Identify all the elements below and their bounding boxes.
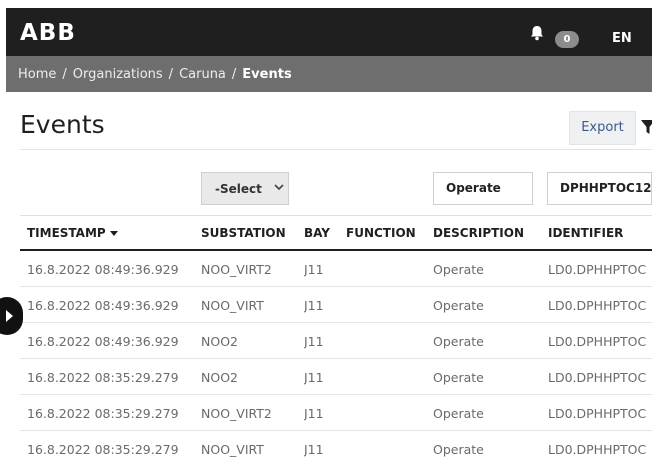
filter-icon[interactable]: [641, 119, 652, 135]
divider: [20, 149, 652, 150]
breadcrumb-caruna[interactable]: Caruna: [179, 67, 226, 82]
cell-identifier: LD0.DPHHPTOC: [548, 406, 647, 421]
table-row[interactable]: 16.8.2022 08:35:29.279 NOO_VIRT2 J11 Ope…: [20, 395, 652, 431]
substation-filter-select[interactable]: -Select: [201, 172, 289, 205]
description-filter-input[interactable]: Operate: [433, 172, 533, 205]
language-selector[interactable]: EN: [612, 31, 632, 46]
cell-description: Operate: [433, 370, 484, 385]
breadcrumb-separator: /: [231, 67, 237, 82]
export-button[interactable]: Export: [569, 111, 636, 145]
breadcrumb-separator: /: [168, 67, 174, 82]
cell-substation: NOO_VIRT2: [201, 406, 272, 421]
cell-bay: J11: [304, 298, 324, 313]
cell-timestamp: 16.8.2022 08:49:36.929: [27, 298, 179, 313]
cell-description: Operate: [433, 406, 484, 421]
cell-description: Operate: [433, 334, 484, 349]
cell-bay: J11: [304, 406, 324, 421]
column-header-timestamp[interactable]: TIMESTAMP: [27, 226, 197, 240]
cell-identifier: LD0.DPHHPTOC: [548, 298, 647, 313]
breadcrumb-bar: Home / Organizations / Caruna / Events: [6, 56, 652, 92]
cell-substation: NOO_VIRT2: [201, 262, 272, 277]
breadcrumb-home[interactable]: Home: [18, 67, 56, 82]
column-header-label: TIMESTAMP: [27, 226, 106, 240]
table-header: TIMESTAMP SUBSTATION BAY FUNCTION DESCRI…: [20, 215, 652, 251]
cell-identifier: LD0.DPHHPTOC: [548, 334, 647, 349]
column-header-function[interactable]: FUNCTION: [346, 226, 428, 240]
identifier-filter-input[interactable]: DPHHPTOC12: [547, 172, 652, 205]
abb-logo[interactable]: ABB: [20, 20, 76, 46]
cell-timestamp: 16.8.2022 08:49:36.929: [27, 334, 179, 349]
page-title: Events: [20, 110, 105, 139]
column-header-substation[interactable]: SUBSTATION: [201, 226, 299, 240]
breadcrumb-current: Events: [242, 67, 292, 82]
cell-identifier: LD0.DPHHPTOC: [548, 442, 647, 457]
cell-substation: NOO_VIRT: [201, 298, 264, 313]
breadcrumb-organizations[interactable]: Organizations: [73, 67, 163, 82]
cell-identifier: LD0.DPHHPTOC: [548, 262, 647, 277]
table-row[interactable]: 16.8.2022 08:49:36.929 NOO_VIRT J11 Oper…: [20, 287, 652, 323]
select-value: -Select: [215, 182, 262, 196]
cell-bay: J11: [304, 442, 324, 457]
breadcrumb-separator: /: [62, 67, 67, 82]
cell-timestamp: 16.8.2022 08:35:29.279: [27, 370, 179, 385]
cell-description: Operate: [433, 298, 484, 313]
column-header-bay[interactable]: BAY: [304, 226, 340, 240]
breadcrumb: Home / Organizations / Caruna / Events: [18, 67, 292, 82]
table-row[interactable]: 16.8.2022 08:35:29.279 NOO2 J11 Operate …: [20, 359, 652, 395]
cell-substation: NOO_VIRT: [201, 442, 264, 457]
top-bar: ABB 0 EN: [6, 8, 652, 56]
notification-count-badge[interactable]: 0: [555, 31, 579, 48]
column-header-identifier[interactable]: IDENTIFIER: [548, 226, 652, 240]
table-row[interactable]: 16.8.2022 08:35:29.279 NOO_VIRT J11 Oper…: [20, 431, 652, 459]
cell-bay: J11: [304, 334, 324, 349]
cell-description: Operate: [433, 262, 484, 277]
cell-timestamp: 16.8.2022 08:35:29.279: [27, 406, 179, 421]
cell-identifier: LD0.DPHHPTOC: [548, 370, 647, 385]
cell-timestamp: 16.8.2022 08:49:36.929: [27, 262, 179, 277]
cell-timestamp: 16.8.2022 08:35:29.279: [27, 442, 179, 457]
table-row[interactable]: 16.8.2022 08:49:36.929 NOO2 J11 Operate …: [20, 323, 652, 359]
play-arrow-icon: [6, 310, 13, 322]
cell-substation: NOO2: [201, 334, 238, 349]
sort-desc-icon[interactable]: [109, 231, 118, 236]
table-row[interactable]: 16.8.2022 08:49:36.929 NOO_VIRT2 J11 Ope…: [20, 251, 652, 287]
bell-icon[interactable]: [528, 24, 546, 42]
cell-bay: J11: [304, 262, 324, 277]
cell-bay: J11: [304, 370, 324, 385]
cell-description: Operate: [433, 442, 484, 457]
column-header-description[interactable]: DESCRIPTION: [433, 226, 541, 240]
cell-substation: NOO2: [201, 370, 238, 385]
chevron-down-icon: [274, 184, 284, 191]
